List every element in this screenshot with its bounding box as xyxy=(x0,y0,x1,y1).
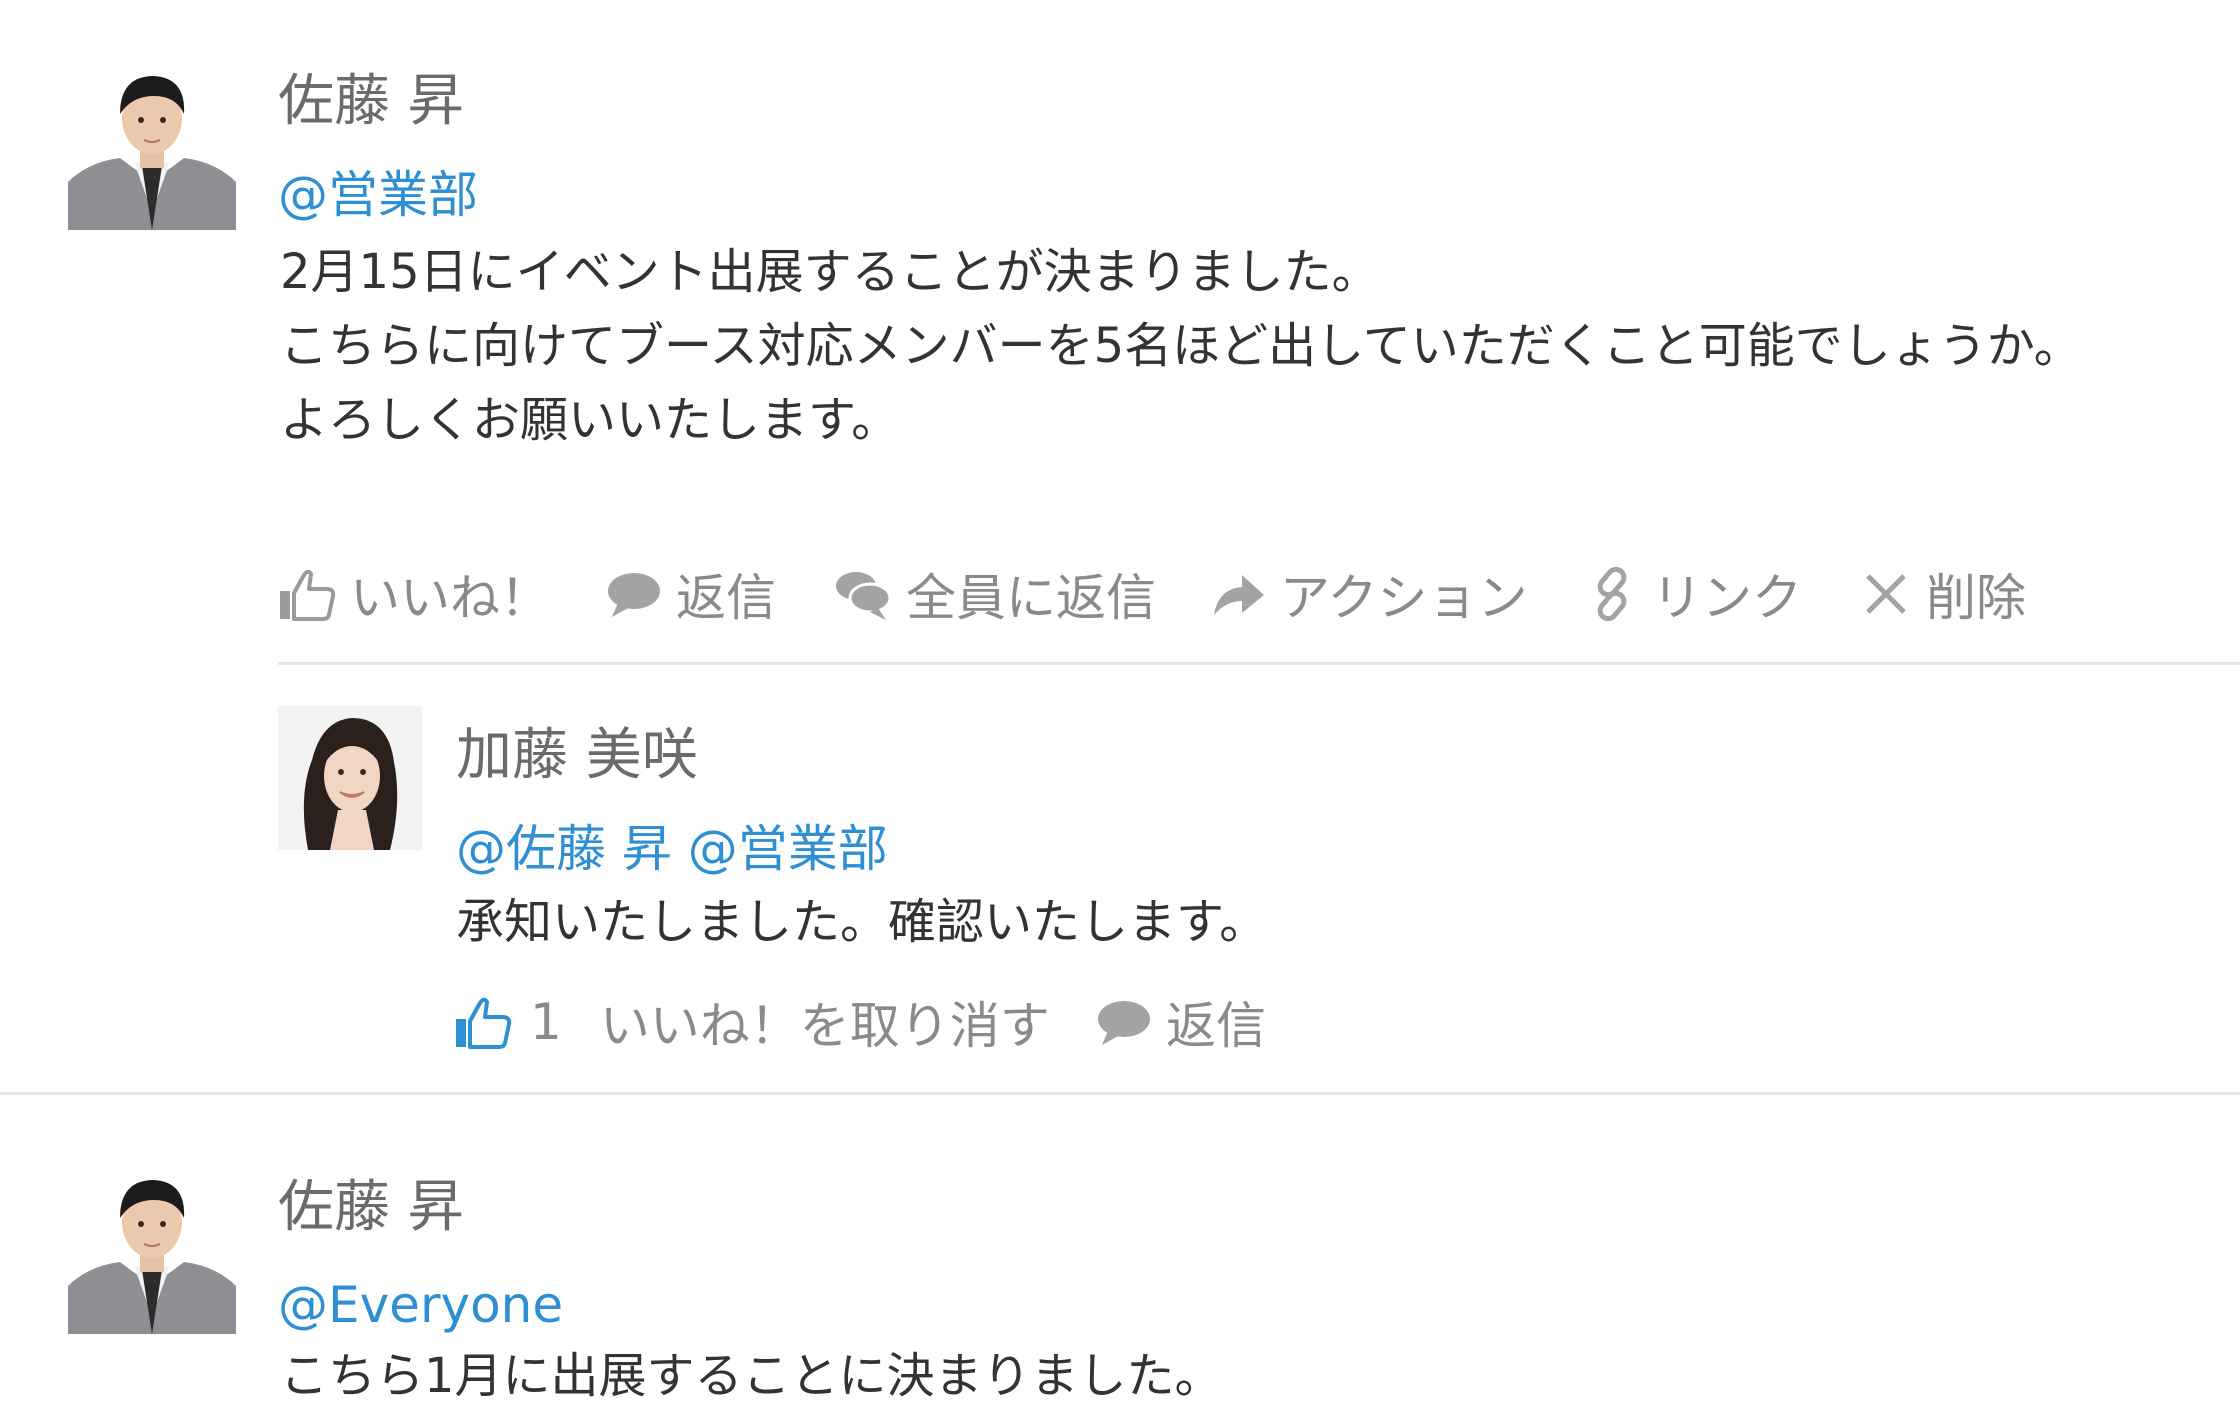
person-avatar-icon xyxy=(68,62,236,230)
unlike-label: いいね！を取り消す xyxy=(599,997,1050,1055)
comment-mention[interactable]: @佐藤 昇 @営業部 xyxy=(456,824,888,874)
reply-button[interactable]: 返信 xyxy=(606,558,776,630)
delete-label: 削除 xyxy=(1926,569,2026,627)
thumbs-up-icon xyxy=(454,993,512,1051)
like-count: 1 xyxy=(530,993,562,1051)
reply-label: 返信 xyxy=(676,569,776,627)
comment-text: 承知いたしました。確認いたします。 xyxy=(456,894,1268,950)
action-button[interactable]: アクション xyxy=(1210,558,1528,630)
comment-author[interactable]: 加藤 美咲 xyxy=(456,728,698,784)
comment-reply-button[interactable]: 返信 xyxy=(1096,986,1266,1058)
avatar-kato[interactable] xyxy=(278,706,422,850)
post-mention[interactable]: @営業部 xyxy=(278,170,478,220)
delete-button[interactable]: 削除 xyxy=(1864,558,2026,630)
post-body-line-2: こちらに向けてブース対応メンバーを5名ほど出していただくこと可能でしょうか。 xyxy=(280,318,2082,374)
close-x-icon xyxy=(1864,572,1908,616)
like-button[interactable]: いいね！ xyxy=(278,558,550,630)
comment-divider xyxy=(278,662,2240,665)
like-label: いいね！ xyxy=(350,569,550,627)
link-button[interactable]: リンク xyxy=(1586,558,1802,630)
person-avatar-icon xyxy=(68,1166,236,1334)
reply-all-label: 全員に返信 xyxy=(906,569,1156,627)
unlike-button[interactable]: 1 いいね！を取り消す xyxy=(454,986,1050,1058)
comment-reply-label: 返信 xyxy=(1166,997,1266,1055)
post-author[interactable]: 佐藤 昇 xyxy=(278,1180,464,1236)
post-divider xyxy=(0,1092,2240,1095)
speech-bubble-icon xyxy=(1096,997,1152,1047)
chain-link-icon xyxy=(1586,566,1638,622)
person-avatar-icon xyxy=(278,706,422,850)
link-label: リンク xyxy=(1652,569,1802,627)
post-mention[interactable]: @Everyone xyxy=(278,1280,563,1330)
post-body-line-1: こちら1月に出展することに決まりました。 xyxy=(280,1348,1223,1404)
avatar-sato-2[interactable] xyxy=(68,1166,236,1334)
action-label: アクション xyxy=(1280,569,1528,627)
double-speech-bubble-icon xyxy=(834,566,892,622)
avatar-sato-1[interactable] xyxy=(68,62,236,230)
post-body-line-1: 2月15日にイベント出展することが決まりました。 xyxy=(280,244,1380,300)
post-author[interactable]: 佐藤 昇 xyxy=(278,74,464,130)
share-arrow-icon xyxy=(1210,569,1266,619)
post-body-line-3: よろしくお願いいたします。 xyxy=(280,392,900,448)
thumbs-up-icon xyxy=(278,565,336,623)
reply-all-button[interactable]: 全員に返信 xyxy=(834,558,1156,630)
speech-bubble-icon xyxy=(606,569,662,619)
